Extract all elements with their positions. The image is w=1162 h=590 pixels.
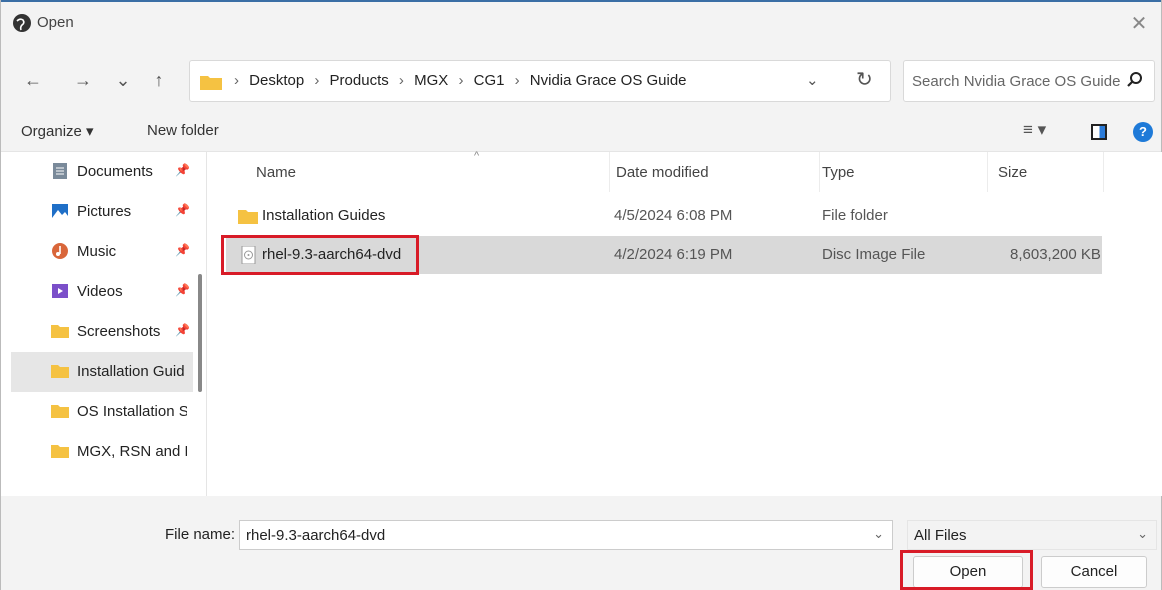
sidebar-item-music[interactable]: Music 📌 bbox=[11, 232, 193, 272]
videos-icon bbox=[52, 284, 68, 298]
column-header-date[interactable]: Date modified bbox=[616, 152, 820, 192]
chevron-down-icon[interactable]: ⌄ bbox=[873, 526, 884, 542]
breadcrumb-cg1[interactable]: CG1 bbox=[474, 72, 505, 89]
column-header-type[interactable]: Type bbox=[820, 152, 988, 192]
breadcrumb-mgx[interactable]: MGX bbox=[414, 72, 448, 89]
cancel-button[interactable]: Cancel bbox=[1041, 556, 1147, 588]
sort-ascending-icon: ^ bbox=[474, 150, 480, 162]
file-type-select[interactable]: All Files ⌄ bbox=[907, 520, 1157, 550]
view-options-button[interactable]: ≡ ▾ bbox=[1023, 120, 1046, 140]
window-title: Open bbox=[37, 14, 74, 31]
breadcrumb-products[interactable]: Products bbox=[330, 72, 389, 89]
pictures-icon bbox=[52, 204, 68, 218]
sidebar-scrollbar[interactable] bbox=[195, 152, 205, 496]
highlight-selected-file bbox=[221, 235, 419, 275]
new-folder-button[interactable]: New folder bbox=[147, 122, 219, 139]
documents-icon bbox=[53, 163, 67, 179]
folder-icon bbox=[51, 405, 69, 418]
app-globe-icon bbox=[13, 14, 31, 32]
sidebar-item-videos[interactable]: Videos 📌 bbox=[11, 272, 193, 312]
folder-icon bbox=[200, 76, 222, 90]
search-input[interactable]: Search Nvidia Grace OS Guide bbox=[912, 73, 1120, 90]
search-box[interactable]: Search Nvidia Grace OS Guide bbox=[903, 60, 1155, 102]
sidebar-item-pictures[interactable]: Pictures 📌 bbox=[11, 192, 193, 232]
sidebar-item-documents[interactable]: Documents 📌 bbox=[11, 152, 193, 192]
address-bar[interactable]: › Desktop › Products › MGX › CG1 › Nvidi… bbox=[189, 60, 891, 102]
column-header-name[interactable]: Name ^ bbox=[256, 150, 610, 192]
recent-locations-button[interactable]: ⌄ bbox=[111, 68, 135, 92]
command-bar: Organize ▾ New folder ≡ ▾ ? bbox=[1, 114, 1161, 152]
pin-icon: 📌 bbox=[175, 323, 190, 337]
breadcrumb: › Desktop › Products › MGX › CG1 › Nvidi… bbox=[234, 72, 687, 89]
folder-icon bbox=[238, 210, 258, 224]
file-name-field[interactable]: rhel-9.3-aarch64-dvd ⌄ bbox=[239, 520, 893, 550]
sidebar-item-screenshots[interactable]: Screenshots 📌 bbox=[11, 312, 193, 352]
open-file-dialog: Open ✕ ← → ⌄ ↑ › Desktop › Products › MG… bbox=[0, 0, 1162, 590]
up-button[interactable]: ↑ bbox=[147, 68, 171, 92]
close-button[interactable]: ✕ bbox=[1125, 10, 1153, 38]
forward-button[interactable]: → bbox=[71, 68, 95, 92]
breadcrumb-nvidia-grace-os-guide[interactable]: Nvidia Grace OS Guide bbox=[530, 72, 687, 89]
highlight-open-button bbox=[900, 550, 1033, 590]
sidebar-item-os-installation[interactable]: OS Installation S bbox=[11, 392, 193, 432]
file-list: Name ^ Date modified Type Size Installat… bbox=[208, 150, 1162, 496]
address-dropdown-icon[interactable]: ⌄ bbox=[806, 71, 819, 89]
pin-icon: 📌 bbox=[175, 283, 190, 297]
folder-icon bbox=[51, 445, 69, 458]
navigation-pane: Documents 📌 Pictures 📌 Music 📌 Videos 📌 … bbox=[1, 152, 207, 496]
column-header-size[interactable]: Size bbox=[998, 152, 1104, 192]
chevron-down-icon: ⌄ bbox=[1137, 526, 1148, 541]
sidebar-item-installation-guides[interactable]: Installation Guid bbox=[11, 352, 193, 392]
music-icon bbox=[52, 243, 68, 259]
refresh-icon[interactable]: ↻ bbox=[856, 67, 873, 92]
back-button[interactable]: ← bbox=[21, 68, 45, 92]
file-name-label: File name: bbox=[165, 526, 236, 543]
table-row[interactable]: Installation Guides 4/5/2024 6:08 PM Fil… bbox=[226, 197, 1102, 235]
sidebar-item-mgx-rsn[interactable]: MGX, RSN and F bbox=[11, 432, 193, 472]
pin-icon: 📌 bbox=[175, 243, 190, 257]
pin-icon: 📌 bbox=[175, 163, 190, 177]
preview-pane-icon[interactable] bbox=[1091, 124, 1107, 140]
organize-button[interactable]: Organize ▾ bbox=[21, 122, 94, 140]
sidebar-scrollbar-thumb[interactable] bbox=[198, 274, 202, 392]
breadcrumb-desktop[interactable]: Desktop bbox=[249, 72, 304, 89]
pin-icon: 📌 bbox=[175, 203, 190, 217]
title-bar: Open ✕ bbox=[1, 0, 1161, 44]
folder-icon bbox=[51, 365, 69, 378]
navigation-bar: ← → ⌄ ↑ › Desktop › Products › MGX › CG1… bbox=[1, 44, 1161, 114]
folder-icon bbox=[51, 325, 69, 338]
search-icon bbox=[1127, 72, 1142, 87]
help-icon[interactable]: ? bbox=[1133, 122, 1153, 142]
